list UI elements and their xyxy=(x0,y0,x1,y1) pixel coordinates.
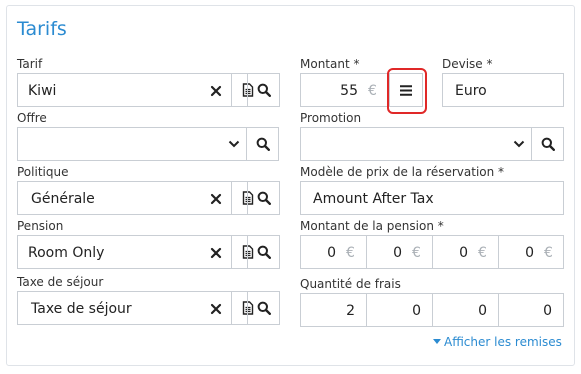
offre-select[interactable] xyxy=(17,127,247,161)
chevron-down-icon xyxy=(228,140,240,148)
quantite-frais-input-1[interactable]: 2 xyxy=(300,293,367,327)
politique-field[interactable]: Générale xyxy=(17,181,280,215)
close-icon xyxy=(210,193,221,205)
taxe-label: Taxe de séjour xyxy=(17,275,104,289)
caret-down-icon xyxy=(433,339,441,344)
montant-pension-currency-4: € xyxy=(544,245,553,261)
quantite-frais-value-4: 0 xyxy=(543,303,552,319)
devise-value: Euro xyxy=(455,83,487,99)
pension-value: Room Only xyxy=(28,245,105,261)
modele-label: Modèle de prix de la réservation * xyxy=(300,165,505,179)
devise-label: Devise * xyxy=(442,57,493,71)
montant-label: Montant * xyxy=(300,57,360,71)
montant-pension-value-1: 0 xyxy=(327,245,336,261)
taxe-field[interactable]: Taxe de séjour xyxy=(17,291,280,325)
search-icon xyxy=(257,301,271,315)
show-discounts-link[interactable]: Afficher les remises xyxy=(433,335,562,349)
search-icon xyxy=(256,137,270,151)
search-politique-button[interactable] xyxy=(247,181,280,215)
quantite-frais-label: Quantité de frais xyxy=(300,277,401,291)
search-icon xyxy=(541,137,555,151)
pension-field[interactable]: Room Only xyxy=(17,235,280,269)
montant-pension-value-4: 0 xyxy=(525,245,534,261)
clear-politique-button[interactable] xyxy=(199,182,232,216)
tarif-field[interactable]: Kiwi xyxy=(17,73,280,107)
pension-label: Pension xyxy=(17,219,64,233)
tarif-label: Tarif xyxy=(17,57,43,71)
quantite-frais-value-1: 2 xyxy=(346,303,355,319)
montant-pension-value-2: 0 xyxy=(393,245,402,261)
search-taxe-button[interactable] xyxy=(247,291,280,325)
montant-pension-input-3[interactable]: 0 € xyxy=(432,235,499,269)
chevron-down-icon xyxy=(513,140,525,148)
search-pension-button[interactable] xyxy=(247,235,280,269)
taxe-value: Taxe de séjour xyxy=(31,301,132,317)
search-icon xyxy=(257,245,271,259)
search-tarif-button[interactable] xyxy=(247,73,280,107)
offre-label: Offre xyxy=(17,111,47,125)
montant-currency: € xyxy=(368,83,377,99)
montant-pension-currency-1: € xyxy=(346,245,355,261)
quantite-frais-value-2: 0 xyxy=(412,303,421,319)
montant-input[interactable]: 55 € xyxy=(300,73,390,107)
quantite-frais-input-4[interactable]: 0 xyxy=(498,293,564,327)
quantite-frais-value-3: 0 xyxy=(478,303,487,319)
montant-pension-currency-2: € xyxy=(412,245,421,261)
montant-value: 55 xyxy=(340,83,358,99)
modele-input[interactable]: Amount After Tax xyxy=(300,181,564,215)
montant-pension-input-1[interactable]: 0 € xyxy=(300,235,367,269)
modele-value: Amount After Tax xyxy=(313,191,434,207)
clear-pension-button[interactable] xyxy=(199,236,232,270)
tarif-value: Kiwi xyxy=(28,83,57,99)
highlight-annotation xyxy=(387,68,427,114)
promotion-label: Promotion xyxy=(300,111,362,125)
quantite-frais-input-2[interactable]: 0 xyxy=(366,293,433,327)
show-discounts-label: Afficher les remises xyxy=(444,335,562,349)
montant-pension-label: Montant de la pension * xyxy=(300,219,444,233)
close-icon xyxy=(210,303,221,315)
close-icon xyxy=(210,247,221,259)
politique-value: Générale xyxy=(31,191,95,207)
montant-pension-value-3: 0 xyxy=(459,245,468,261)
search-offre-button[interactable] xyxy=(246,127,279,161)
politique-label: Politique xyxy=(17,165,69,179)
search-icon xyxy=(257,191,271,205)
section-title: Tarifs xyxy=(17,18,67,40)
search-icon xyxy=(257,83,271,97)
clear-taxe-button[interactable] xyxy=(199,292,232,326)
montant-pension-currency-3: € xyxy=(478,245,487,261)
close-icon xyxy=(210,85,221,97)
montant-pension-input-2[interactable]: 0 € xyxy=(366,235,433,269)
devise-input[interactable]: Euro xyxy=(442,73,564,107)
search-promotion-button[interactable] xyxy=(531,127,564,161)
clear-tarif-button[interactable] xyxy=(199,74,232,108)
montant-pension-input-4[interactable]: 0 € xyxy=(498,235,564,269)
promotion-select[interactable] xyxy=(300,127,532,161)
quantite-frais-input-3[interactable]: 0 xyxy=(432,293,499,327)
